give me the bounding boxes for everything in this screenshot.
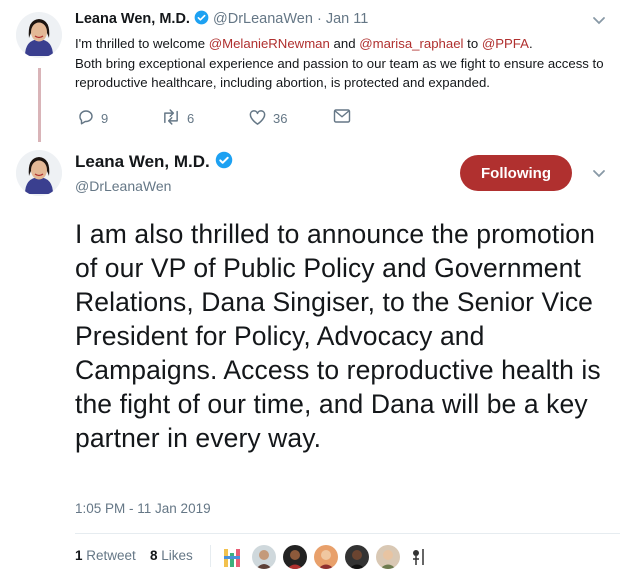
text-segment: and: [329, 36, 360, 51]
mention-link[interactable]: @marisa_raphael: [359, 36, 463, 51]
retweet-stat[interactable]: 1 Retweet: [75, 548, 136, 563]
reply-tweet-header: Leana Wen, M.D. @DrLeanaWen · Jan 11: [75, 10, 368, 29]
verified-badge-icon: [194, 10, 209, 29]
liker-avatar[interactable]: [252, 545, 276, 569]
header-separator: ·: [316, 11, 322, 27]
liker-avatar[interactable]: [283, 545, 307, 569]
author-handle[interactable]: @DrLeanaWen: [213, 11, 313, 27]
tweet-date[interactable]: Jan 11: [326, 11, 368, 27]
mention-link[interactable]: @MelanieRNewman: [209, 36, 330, 51]
like-count: 36: [273, 111, 288, 126]
author-name[interactable]: Leana Wen, M.D.: [75, 11, 190, 27]
text-segment: to: [463, 36, 482, 51]
reply-icon: [77, 108, 95, 129]
tweet-menu-chevron-icon[interactable]: [591, 165, 607, 186]
liker-avatar[interactable]: [407, 545, 431, 569]
likes-stat[interactable]: 8 Likes: [150, 548, 193, 563]
mention-link[interactable]: @PPFA: [482, 36, 529, 51]
divider: [75, 533, 620, 534]
direct-message-button[interactable]: [333, 108, 351, 127]
reply-tweet-text: I'm thrilled to welcome @MelanieRNewman …: [75, 34, 620, 93]
author-name[interactable]: Leana Wen, M.D.: [75, 152, 210, 171]
envelope-icon: [333, 108, 351, 127]
reply-button[interactable]: 9: [77, 108, 108, 129]
liker-avatar[interactable]: [221, 545, 245, 569]
retweet-stat-count: 1: [75, 548, 83, 563]
likes-stat-label: Likes: [161, 548, 193, 563]
text-segment: Both bring exceptional experience and pa…: [75, 55, 604, 91]
thread-connector-line: [38, 68, 41, 142]
text-segment: .: [528, 36, 533, 51]
likes-stat-count: 8: [150, 548, 158, 563]
heart-icon: [248, 108, 267, 129]
verified-badge-icon: [215, 151, 233, 174]
following-button[interactable]: Following: [460, 155, 572, 191]
main-tweet-text: I am also thrilled to announce the promo…: [75, 219, 601, 453]
author-handle[interactable]: @DrLeanaWen: [75, 178, 171, 194]
liker-avatar[interactable]: [314, 545, 338, 569]
retweet-count: 6: [187, 111, 195, 126]
tweet-menu-chevron-icon[interactable]: [591, 12, 607, 33]
like-button[interactable]: 36: [248, 108, 287, 129]
retweet-stat-label: Retweet: [86, 548, 136, 563]
text-segment: I'm thrilled to welcome: [75, 36, 209, 51]
reply-count: 9: [101, 111, 109, 126]
tweet-timestamp[interactable]: 1:05 PM - 11 Jan 2019: [75, 501, 211, 516]
stats-divider: [210, 545, 211, 567]
author-avatar[interactable]: [16, 150, 62, 196]
retweet-icon: [161, 108, 181, 129]
retweet-button[interactable]: 6: [161, 108, 194, 129]
main-tweet-author: Leana Wen, M.D.: [75, 151, 233, 174]
author-avatar[interactable]: [16, 12, 62, 58]
liker-avatar[interactable]: [345, 545, 369, 569]
liker-avatar[interactable]: [376, 545, 400, 569]
